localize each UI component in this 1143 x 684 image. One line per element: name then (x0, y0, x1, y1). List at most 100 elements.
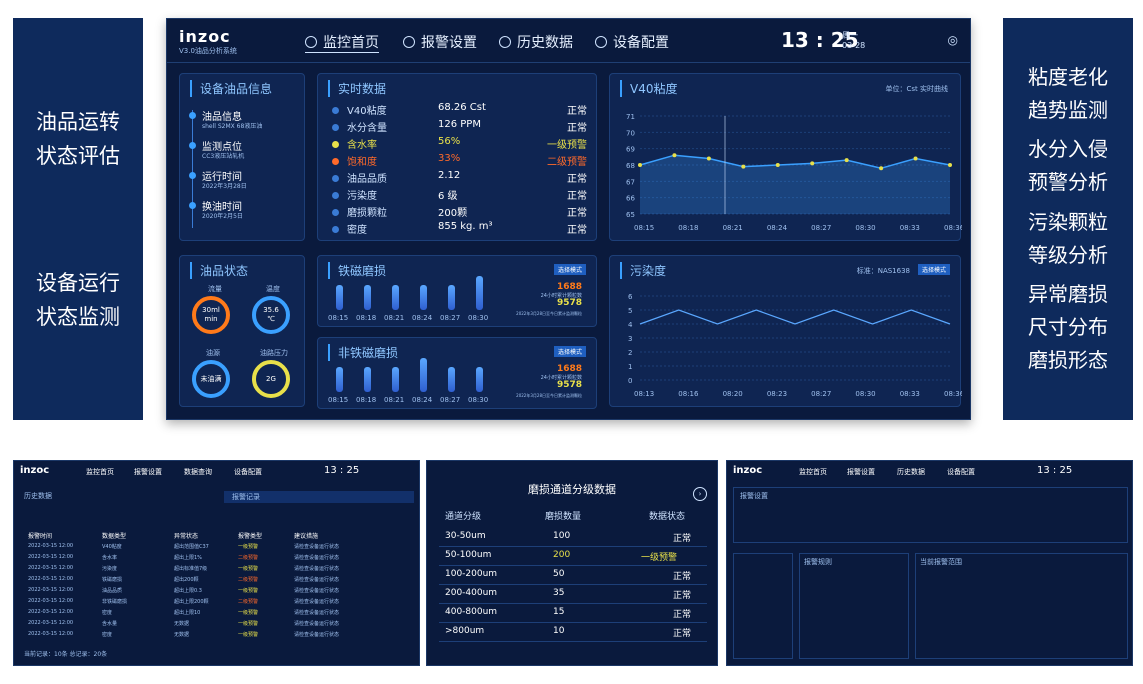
data-status: 正常 (673, 591, 692, 601)
metric-value: 33% (438, 153, 461, 164)
device-info-value: 2020年2月5日 (202, 213, 243, 220)
mode-badge[interactable]: 选择模式 (553, 264, 586, 275)
feature-label-equipment-status: 设备运行 状态监测 (36, 270, 120, 329)
realtime-card: 实时数据 V40粘度 68.26 Cst 正常 水分含量 126 PPM 正常 含水率 56%… (317, 73, 597, 241)
thumb-nav-config[interactable]: 设备配置 (947, 467, 975, 477)
table-cell: 一级预警 (238, 610, 259, 616)
thumb-nav-config[interactable]: 设备配置 (234, 467, 262, 477)
x-tick-label: 08:24 (412, 314, 433, 322)
table-row-divider (439, 584, 707, 585)
thumb-nav-alarm[interactable]: 报警设置 (847, 467, 875, 477)
table-row-divider (439, 622, 707, 623)
metric-value: 855 kg. m³ (438, 221, 493, 232)
y-tick-label: 4 (628, 321, 633, 329)
wear-count: 15 (553, 607, 565, 617)
metric-name: 油品品质 (347, 174, 387, 185)
metric-status: 正常 (567, 225, 587, 236)
card-title: 铁磁磨损 (328, 262, 386, 279)
realtime-row: 磨损颗粒 200颗 正常 (332, 204, 587, 219)
nav-device-config[interactable]: 设备配置 (595, 32, 669, 52)
nav-history[interactable]: 历史数据 (499, 32, 573, 52)
table-cell: 无数据 (174, 621, 190, 627)
table-cell: 2022-03-15 12:00 (28, 631, 74, 637)
ferro-count-total: 9578 (556, 298, 582, 308)
history-thumbnail: inzoc 监控首页 报警设置 数据查询 设备配置 13 : 25 历史数据 报… (13, 460, 420, 666)
main-dashboard: inzoc V3.0油品分析系统 监控首页 报警设置 历史数据 设备配置 13 :… (166, 18, 971, 420)
wear-count: 35 (553, 588, 565, 598)
table-cell: 密度 (102, 610, 113, 616)
gauge-label: 油源 (206, 349, 220, 357)
card-title: 实时数据 (328, 80, 386, 97)
feature-label-wear: 异常磨损 尺寸分布 磨损形态 (1028, 281, 1108, 372)
thumb-nav-home[interactable]: 监控首页 (799, 467, 827, 477)
x-tick-label: 08:27 (811, 224, 831, 232)
next-icon[interactable]: › (693, 487, 707, 501)
data-point (810, 161, 815, 166)
thumb-section2: 报警规则 (804, 558, 832, 566)
status-dot (332, 192, 339, 199)
thumb-nav-home[interactable]: 监控首页 (86, 467, 114, 477)
table-cell: 二级预警 (238, 555, 259, 561)
series-line (639, 309, 951, 325)
left-feature-panel: 油品运转 状态评估 设备运行 状态监测 (13, 18, 143, 420)
data-point (706, 156, 711, 161)
mode-badge[interactable]: 选择模式 (553, 346, 586, 357)
wear-count: 200 (553, 550, 571, 560)
table-header: 异常状态 (174, 533, 199, 540)
wear-count: 10 (553, 626, 565, 636)
channel-range: >800um (445, 626, 485, 636)
data-point (913, 156, 918, 161)
y-tick-label: 68 (626, 162, 635, 170)
table-cell: 超出标准值7级 (174, 566, 208, 572)
table-cell: 油品品质 (102, 588, 123, 594)
thumb-nav-alarm[interactable]: 报警设置 (134, 467, 162, 477)
x-tick-label: 08:21 (384, 314, 405, 322)
wear-bar (476, 366, 483, 392)
wear-bar (336, 284, 343, 310)
table-cell: 超出上限10 (174, 610, 201, 616)
table-cell: 2022-03-15 12:00 (28, 543, 74, 549)
wear-header-channel: 通道分级 (445, 512, 482, 522)
metric-name: 水分含量 (347, 123, 387, 134)
oil-source-gauge: 未油满 (192, 360, 230, 398)
metric-value: 68.26 Cst (438, 102, 486, 113)
wear-bar (336, 366, 343, 392)
thumb-nav-query[interactable]: 数据查询 (184, 467, 212, 477)
y-tick-label: 65 (626, 211, 635, 219)
clock-date: 周一 03-28 (842, 31, 866, 50)
thumb-logo: inzoc (733, 465, 763, 476)
table-cell: 二级预警 (238, 577, 259, 583)
table-cell: 非铁磁磨损 (102, 599, 128, 605)
data-point (672, 153, 677, 158)
table-cell: 含水率 (102, 555, 118, 561)
wear-count: 50 (553, 569, 565, 579)
y-tick-label: 6 (628, 293, 633, 301)
pollution-chart: 0 1 2 3 4 5 6 08:13 08:16 08:20 08:23 08:27 08:30 08:… (628, 293, 962, 398)
card-title: 非铁磁磨损 (328, 344, 398, 361)
x-tick-label: 08:15 (328, 396, 349, 404)
table-cell: 含水量 (102, 621, 118, 627)
table-cell: 请检查设备运行状态 (294, 621, 340, 627)
table-cell: 2022-03-15 12:00 (28, 609, 74, 615)
table-row-divider (439, 546, 707, 547)
thumb-nav-history[interactable]: 历史数据 (897, 467, 925, 477)
wear-bar (448, 284, 455, 310)
x-tick-label: 08:15 (328, 314, 349, 322)
y-tick-label: 67 (626, 178, 635, 186)
data-status: 正常 (673, 629, 692, 639)
channel-range: 200-400um (445, 588, 498, 598)
clock-icon (499, 36, 511, 48)
wear-count: 100 (553, 531, 571, 541)
nav-home[interactable]: 监控首页 (305, 32, 379, 53)
viscosity-card: V40粘度 单位：Cst 实时曲线 65 66 67 68 69 70 71 08:15 08:… (609, 73, 962, 241)
metric-value: 2.12 (438, 170, 461, 181)
channel-range: 100-200um (445, 569, 498, 579)
ferro-wear-card: 铁磁磨损 选择模式 1688 24小时累计颗粒数 9578 2022年3月28日… (317, 255, 597, 327)
x-tick-label: 08:21 (723, 224, 743, 232)
nav-alarm-settings[interactable]: 报警设置 (403, 32, 477, 52)
wear-channel-thumbnail: 磨损通道分级数据 › 通道分级 磨损数量 数据状态 30-50um 100 正常 50… (426, 460, 718, 666)
table-header: 报警类型 (238, 533, 263, 540)
table-cell: 请检查设备运行状态 (294, 555, 340, 561)
thumb-section: 报警设置 (740, 492, 768, 500)
metric-name: 饱和度 (347, 157, 377, 168)
